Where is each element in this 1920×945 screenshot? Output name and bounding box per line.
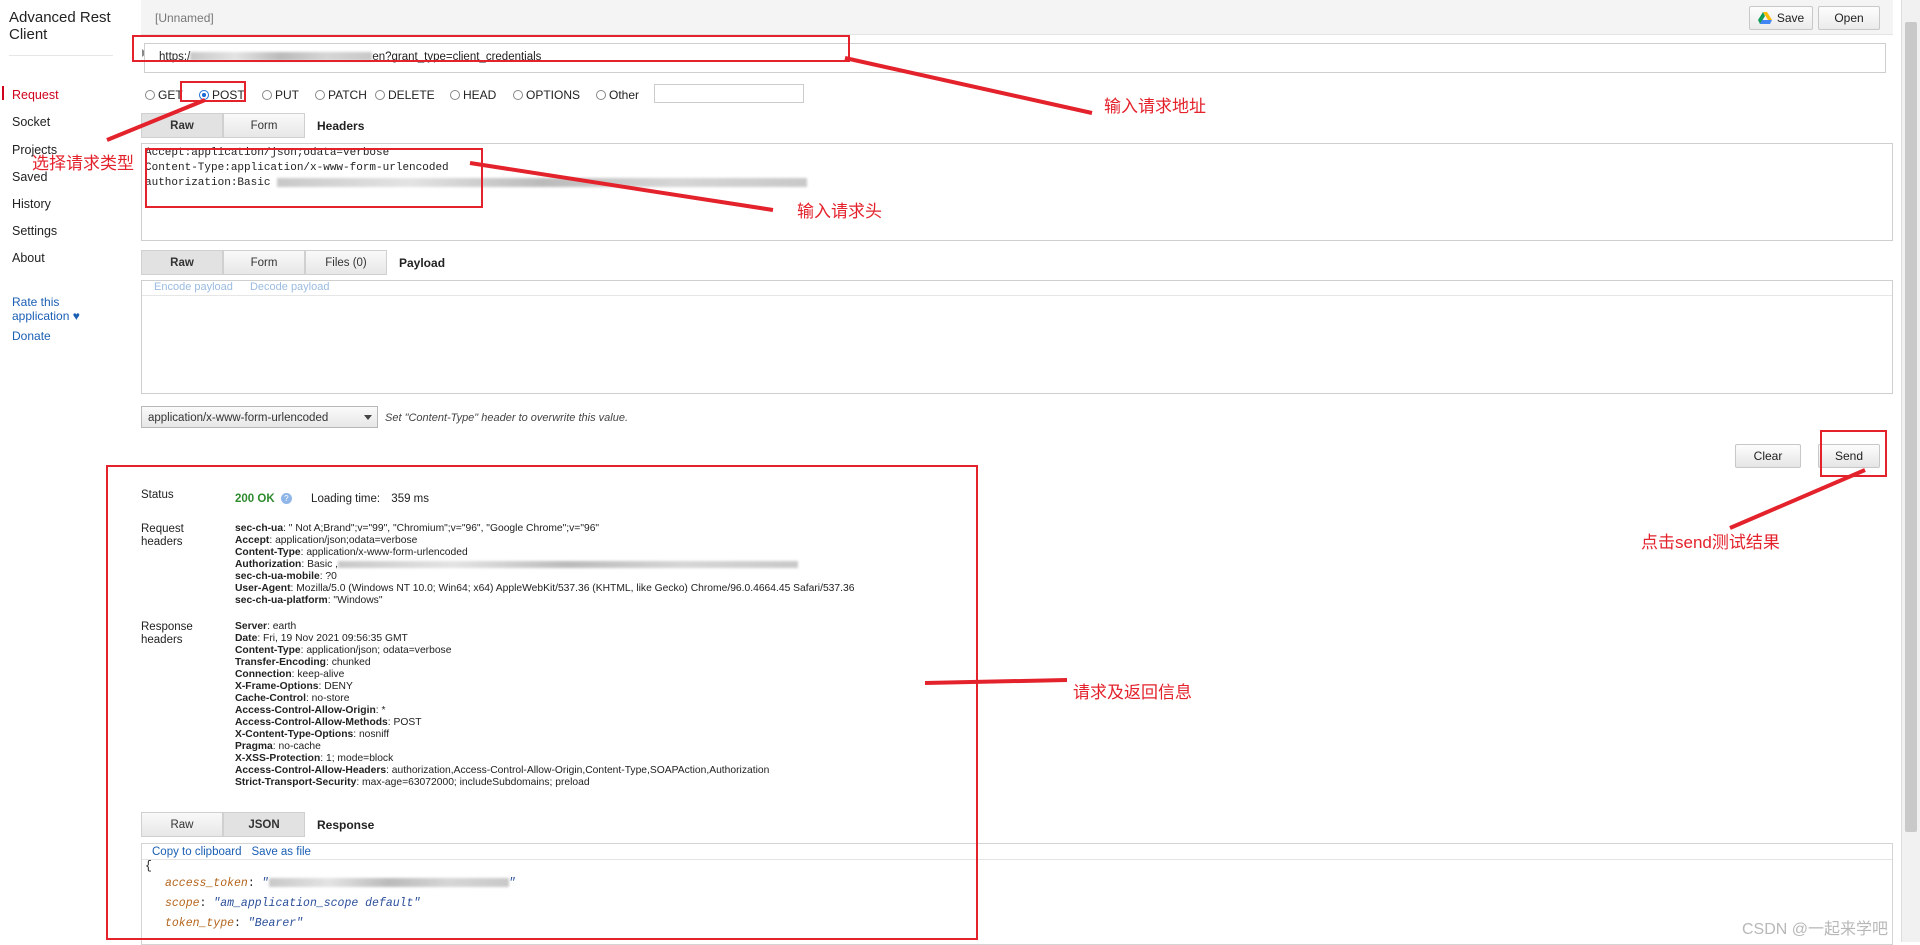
annotation-line-method [106,98,206,142]
annotation-lines [106,56,1866,685]
annotation-headers: 输入请求头 [797,202,882,221]
annotation-method: 选择请求类型 [32,154,134,173]
annotation-line-send [1729,468,1866,530]
annotation-line-info [924,678,1068,685]
annotation-line-url [844,56,1093,115]
annotation-url: 输入请求地址 [1104,97,1206,116]
annotation-line-headers [469,161,774,212]
watermark: CSDN @一起来学吧 [1741,921,1888,938]
annotation-send: 点击send测试结果 [1641,533,1780,552]
annotation-info: 请求及返回信息 [1073,683,1192,702]
